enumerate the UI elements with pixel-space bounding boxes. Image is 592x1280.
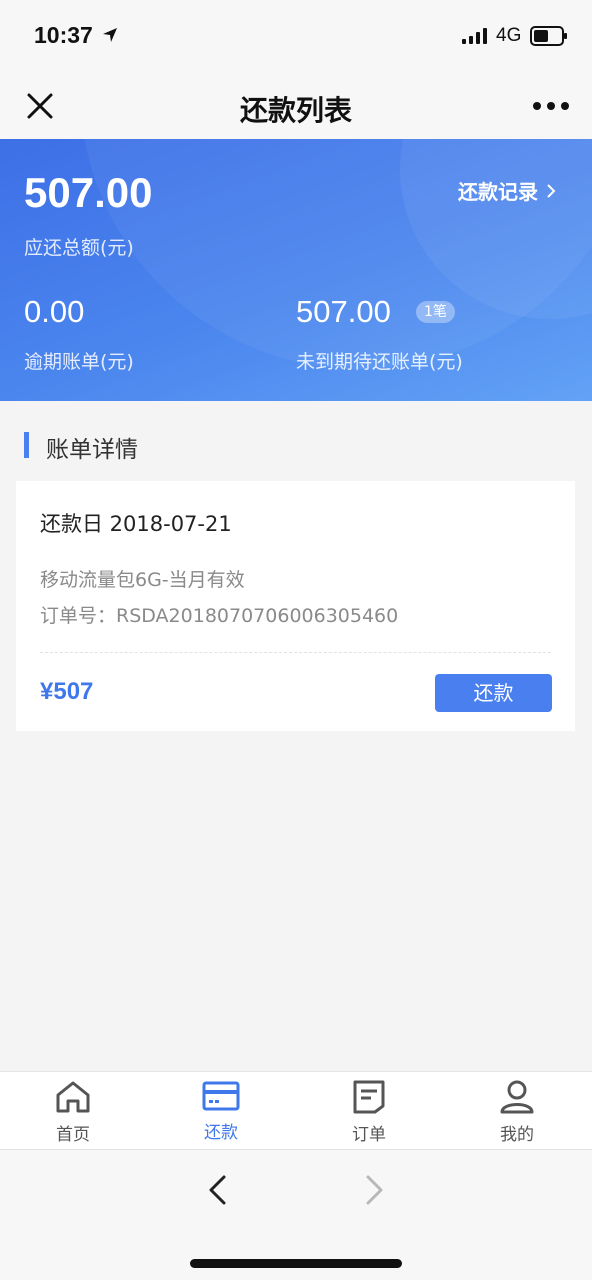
product-name: 移动流量包6G-当月有效: [40, 569, 245, 591]
status-bar: 10:37 4G: [0, 0, 592, 72]
overdue-label: 逾期账单(元): [24, 351, 134, 373]
status-time: 10:37: [34, 22, 93, 48]
order-number: 订单号：RSDA2018070706006305460: [40, 605, 399, 627]
summary-card: 507.00 应还总额(元) 还款记录 0.00 逾期账单(元) 507.00 …: [0, 139, 592, 401]
home-icon: [56, 1081, 90, 1113]
tab-home-label: 首页: [56, 1125, 90, 1145]
more-icon[interactable]: [532, 100, 570, 112]
section-accent-bar: [24, 432, 29, 458]
divider: [40, 652, 551, 653]
tab-repay-label: 还款: [204, 1123, 238, 1143]
page-title: 还款列表: [239, 94, 352, 127]
battery-icon: [530, 26, 567, 46]
bill-count-badge: 1笔: [416, 301, 455, 323]
card-icon: [202, 1081, 240, 1111]
pending-amount: 507.00: [296, 294, 391, 329]
repayment-record-label: 还款记录: [458, 180, 538, 204]
tab-mine-label: 我的: [500, 1125, 534, 1145]
person-icon: [500, 1080, 534, 1114]
due-date: 还款日 2018-07-21: [40, 512, 232, 536]
signal-icon: [462, 28, 487, 44]
tab-home[interactable]: 首页: [18, 1080, 128, 1146]
pay-button[interactable]: 还款: [435, 674, 552, 712]
location-arrow-icon: [103, 28, 117, 42]
tab-mine[interactable]: 我的: [462, 1080, 572, 1146]
chevron-right-icon: [547, 183, 556, 198]
back-arrow-icon[interactable]: [206, 1174, 230, 1206]
total-amount: 507.00: [24, 169, 153, 216]
bill-card[interactable]: 还款日 2018-07-21 移动流量包6G-当月有效 订单号：RSDA2018…: [16, 481, 575, 731]
tab-orders[interactable]: 订单: [314, 1080, 424, 1146]
tab-orders-label: 订单: [352, 1125, 386, 1145]
home-indicator: [190, 1259, 402, 1268]
forward-arrow-icon[interactable]: [362, 1174, 386, 1206]
total-label: 应还总额(元): [24, 237, 134, 259]
repayment-record-link[interactable]: 还款记录: [458, 176, 556, 205]
tab-repay[interactable]: 还款: [166, 1080, 276, 1146]
nav-bar: 还款列表: [0, 72, 592, 139]
tab-bar: 首页 还款 订单 我的: [0, 1071, 592, 1149]
bill-price: ¥507: [40, 678, 94, 705]
pending-label: 未到期待还账单(元): [296, 351, 463, 373]
overdue-amount: 0.00: [24, 294, 85, 329]
section-title: 账单详情: [46, 437, 138, 463]
browser-toolbar: [0, 1149, 592, 1280]
network-type: 4G: [496, 25, 522, 46]
document-icon: [353, 1080, 385, 1114]
